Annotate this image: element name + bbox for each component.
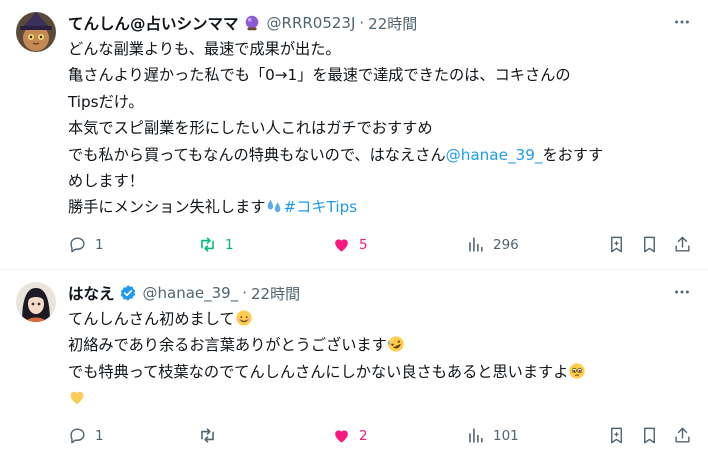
timestamp[interactable]: 22時間 — [368, 13, 417, 34]
text-line: 初絡みであり余るお言葉ありがとうございます — [68, 332, 692, 358]
timestamp[interactable]: 22時間 — [251, 283, 300, 304]
text-segment: をおすす — [542, 145, 604, 164]
retweet-button[interactable]: 1 — [198, 235, 332, 254]
reply-button[interactable]: 1 — [68, 235, 198, 254]
retweet-count: 1 — [225, 236, 234, 253]
more-options-icon[interactable] — [672, 282, 692, 302]
secondary-actions — [607, 426, 692, 445]
heart-filled-icon — [335, 239, 348, 252]
tweet-content: てんしん@占いシンママ @RRR0523J · 22時間 どんな副業よりも、最速… — [68, 12, 692, 270]
secondary-actions — [607, 235, 692, 254]
retweet-icon — [201, 237, 214, 252]
text-line: Tipsだけ。 — [68, 92, 144, 111]
bookmark-icon[interactable] — [640, 426, 659, 445]
like-count: 2 — [359, 427, 368, 444]
views-button[interactable]: 101 — [466, 426, 596, 445]
user-handle[interactable]: @RRR0523J — [267, 14, 356, 32]
like-count: 5 — [359, 236, 368, 253]
text-line — [68, 385, 692, 411]
tweet[interactable]: てんしん@占いシンママ @RRR0523J · 22時間 どんな副業よりも、最速… — [0, 0, 708, 270]
avatar-column — [16, 12, 68, 270]
text-line: でも私から買ってもなんの特典もないので、はなえさん@hanae_39_をおすす — [68, 142, 692, 168]
tweet-text: どんな副業よりも、最速で成果が出た。 亀さんより遅かった私でも「0→1」を最速で… — [68, 36, 692, 221]
avatar-column — [16, 282, 68, 457]
action-bar: 1 1 5 296 — [68, 225, 692, 265]
verified-badge-icon[interactable] — [119, 284, 137, 302]
like-button[interactable]: 5 — [332, 235, 466, 254]
heart-filled-icon — [335, 430, 348, 443]
tweet-header: はなえ @hanae_39_ · 22時間 — [68, 282, 692, 304]
reply-count: 1 — [95, 427, 104, 444]
text-line: どんな副業よりも、最速で成果が出た。 — [68, 40, 341, 58]
tweet-text: てんしんさん初めまして 初絡みであり余るお言葉ありがとうございます でも特典って… — [68, 306, 692, 412]
text-line: 亀さんより遅かった私でも「0→1」を最速で達成できたのは、コキさんの — [68, 66, 571, 85]
pleading-face-icon — [569, 363, 586, 379]
sweat-droplets-icon — [268, 200, 281, 213]
separator-dot: · — [359, 14, 365, 32]
text-segment: 勝手にメンション失礼します — [68, 198, 266, 217]
like-button[interactable]: 2 — [332, 426, 466, 445]
views-button[interactable]: 296 — [466, 235, 596, 254]
text-line: てんしんさん初めまして — [68, 306, 692, 332]
bookmark-icon[interactable] — [640, 235, 659, 254]
tweet[interactable]: はなえ @hanae_39_ · 22時間 てんしんさん初めまして 初絡みであり… — [0, 270, 708, 457]
text-segment: 初絡みであり余るお言葉ありがとうございます — [68, 336, 387, 355]
grok-bookmark-icon[interactable] — [607, 426, 626, 445]
reply-icon — [70, 237, 85, 253]
view-count: 101 — [493, 427, 519, 444]
text-line: でも特典って枝葉なのでてんしんさんにしかない良さもあると思いますよ — [68, 359, 692, 385]
reply-icon — [70, 428, 85, 444]
tweet-header: てんしん@占いシンママ @RRR0523J · 22時間 — [68, 12, 692, 34]
action-bar: 1 2 101 — [68, 416, 692, 456]
avatar[interactable] — [16, 282, 56, 322]
user-handle[interactable]: @hanae_39_ — [143, 284, 239, 302]
analytics-icon — [469, 237, 483, 252]
crystal-ball-icon — [245, 15, 258, 31]
reply-count: 1 — [95, 236, 104, 253]
separator-dot: · — [242, 284, 248, 302]
more-options-icon[interactable] — [672, 12, 692, 32]
reply-button[interactable]: 1 — [68, 426, 198, 445]
avatar[interactable] — [16, 12, 56, 52]
retweet-button[interactable] — [198, 426, 332, 445]
text-segment: でも特典って枝葉なのでてんしんさんにしかない良さもあると思いますよ — [68, 362, 569, 381]
tweet-content: はなえ @hanae_39_ · 22時間 てんしんさん初めまして 初絡みであり… — [68, 282, 692, 457]
text-line: 勝手にメンション失礼します #コキTips — [68, 194, 692, 220]
display-name[interactable]: てんしん@占いシンママ — [68, 12, 239, 34]
hashtag-link[interactable]: #コキTips — [283, 198, 357, 216]
mention-link[interactable]: @hanae_39_ — [446, 146, 543, 164]
analytics-icon — [469, 428, 483, 443]
text-segment: てんしんさん初めまして — [68, 310, 235, 328]
share-icon[interactable] — [673, 235, 692, 254]
view-count: 296 — [493, 236, 519, 253]
rolling-laughing-icon — [387, 336, 404, 353]
text-line: めします！ — [68, 172, 144, 191]
grok-bookmark-icon[interactable] — [607, 235, 626, 254]
yellow-heart-icon — [70, 391, 84, 405]
share-icon[interactable] — [673, 426, 692, 445]
display-name[interactable]: はなえ — [68, 282, 115, 304]
text-segment: でも私から買ってもなんの特典もないので、はなえさん — [68, 145, 446, 164]
smiling-face-icon — [235, 310, 252, 326]
text-line: 本気でスピ副業を形にしたい人これはガチでおすすめ — [68, 119, 433, 138]
retweet-icon — [201, 428, 214, 443]
